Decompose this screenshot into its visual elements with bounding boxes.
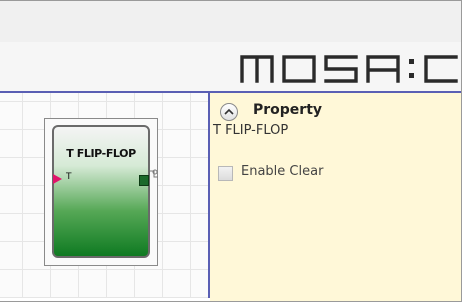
window-frame <box>0 0 462 302</box>
